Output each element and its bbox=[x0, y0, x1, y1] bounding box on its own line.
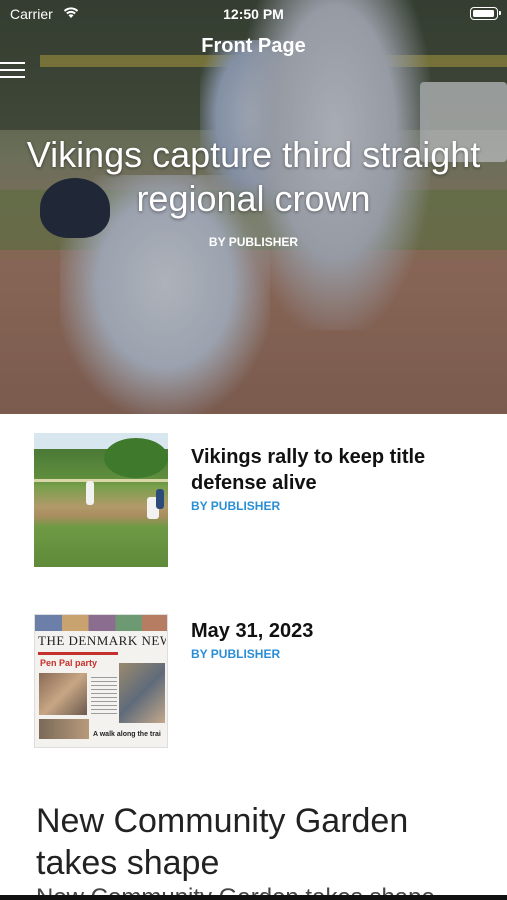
list-item[interactable]: THE DENMARK NEWS Pen Pal party A walk al… bbox=[0, 590, 507, 780]
page-title: Front Page bbox=[201, 35, 306, 57]
hamburger-menu-icon[interactable] bbox=[0, 58, 28, 80]
newspaper-footer: A walk along the trai bbox=[93, 731, 161, 738]
hero-headline[interactable]: Vikings capture third straight regional … bbox=[10, 133, 497, 221]
battery-icon bbox=[470, 7, 501, 20]
status-bar: Carrier 12:50 PM bbox=[0, 0, 507, 28]
hero-byline: BY PUBLISHER bbox=[208, 235, 299, 249]
article-byline: BY PUBLISHER bbox=[191, 499, 281, 513]
article-thumbnail: THE DENMARK NEWS Pen Pal party A walk al… bbox=[34, 614, 168, 748]
article-title[interactable]: Vikings rally to keep title defense aliv… bbox=[191, 444, 491, 496]
article-byline: BY PUBLISHER bbox=[191, 647, 281, 661]
newspaper-headline: Pen Pal party bbox=[40, 658, 98, 668]
article-title[interactable]: May 31, 2023 bbox=[191, 618, 491, 644]
feature-headline[interactable]: New Community Garden takes shape bbox=[36, 800, 486, 884]
newspaper-masthead: THE DENMARK NEWS bbox=[38, 633, 166, 648]
hero-story[interactable]: Carrier 12:50 PM Front Page Vikings capt… bbox=[0, 0, 507, 414]
list-item[interactable]: Vikings rally to keep title defense aliv… bbox=[0, 414, 507, 590]
clock: 12:50 PM bbox=[223, 6, 284, 22]
article-thumbnail bbox=[34, 433, 168, 567]
home-indicator bbox=[0, 895, 507, 900]
